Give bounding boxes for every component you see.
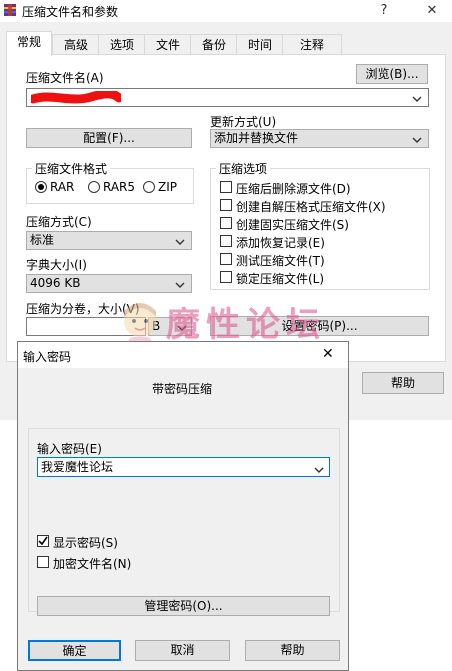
tab-options[interactable]: 选项 <box>98 34 146 55</box>
delete-after-label: 压缩后删除源文件(D) <box>236 182 351 196</box>
tab-label: 备份 <box>201 38 226 52</box>
test-archive-label: 测试压缩文件(T) <box>236 254 325 268</box>
format-rar-label: RAR <box>50 180 75 194</box>
recovery-record-label: 添加恢复记录(E) <box>236 236 325 250</box>
tab-label: 选项 <box>109 38 134 52</box>
password-dialog: 输入密码 ✕ 带密码压缩 输入密码(E) 我爱魔性论坛 显示密码(S) 加密文件… <box>17 341 349 671</box>
split-unit-value: B <box>152 319 161 333</box>
sfx-checkbox[interactable] <box>220 199 232 211</box>
help-icon[interactable]: ? <box>369 0 399 22</box>
dictionary-size-value: 4096 KB <box>30 276 81 290</box>
password-dialog-title: 输入密码 <box>23 350 72 364</box>
set-password-button[interactable]: 设置密码(P)... <box>210 316 429 336</box>
update-mode-label: 更新方式(U) <box>210 115 277 129</box>
format-rar-radio[interactable] <box>35 181 47 193</box>
dictionary-size-select[interactable]: 4096 KB <box>26 274 192 293</box>
update-mode-select[interactable]: 添加并替换文件 <box>210 129 429 148</box>
format-rar5-label: RAR5 <box>103 180 136 194</box>
password-value: 我爱魔性论坛 <box>41 460 114 474</box>
chevron-down-icon[interactable] <box>412 92 422 109</box>
tab-label: 时间 <box>247 38 272 52</box>
password-label: 输入密码(E) <box>37 442 102 456</box>
show-password-checkbox[interactable] <box>37 535 49 547</box>
dialog-help-button[interactable]: 帮助 <box>245 640 340 661</box>
redaction-scribble <box>31 91 121 104</box>
chevron-down-icon <box>177 321 187 338</box>
format-rar5-radio[interactable] <box>88 181 100 193</box>
winrar-app-icon <box>3 3 17 17</box>
archive-name-input[interactable] <box>26 88 429 107</box>
tab-label: 注释 <box>299 38 324 52</box>
password-input[interactable]: 我爱魔性论坛 <box>37 457 330 477</box>
cancel-button[interactable]: 取消 <box>135 640 230 661</box>
profiles-button[interactable]: 配置(F)... <box>26 128 192 148</box>
split-unit-select[interactable]: B <box>148 317 192 336</box>
window-title: 压缩文件名和参数 <box>22 5 119 19</box>
chevron-down-icon[interactable] <box>314 462 324 480</box>
tab-general[interactable]: 常规 <box>6 31 52 56</box>
format-zip-radio[interactable] <box>143 181 155 193</box>
password-dialog-title-bar: 输入密码 ✕ <box>18 342 348 368</box>
encrypt-filenames-label: 加密文件名(N) <box>53 557 132 571</box>
tab-label: 常规 <box>16 35 41 49</box>
format-zip-label: ZIP <box>158 180 177 194</box>
close-icon[interactable]: ✕ <box>322 346 334 362</box>
solid-archive-checkbox[interactable] <box>220 217 232 229</box>
title-bar: 压缩文件名和参数 ? ✕ <box>0 0 452 22</box>
ok-button[interactable]: 确定 <box>28 640 121 661</box>
archive-options-group-title: 压缩选项 <box>216 160 271 177</box>
test-archive-checkbox[interactable] <box>220 253 232 265</box>
tab-label: 文件 <box>155 38 180 52</box>
close-icon[interactable]: ✕ <box>417 0 447 22</box>
split-volumes-label: 压缩为分卷，大小(V) <box>26 302 140 316</box>
delete-after-checkbox[interactable] <box>220 181 232 193</box>
tab-label: 高级 <box>63 38 88 52</box>
main-help-button[interactable]: 帮助 <box>362 372 444 394</box>
archive-format-group-title: 压缩文件格式 <box>32 160 111 177</box>
solid-archive-label: 创建固实压缩文件(S) <box>236 218 349 232</box>
sfx-label: 创建自解压格式压缩文件(X) <box>236 200 386 214</box>
chevron-down-icon <box>412 133 422 150</box>
dictionary-size-label: 字典大小(I) <box>26 258 87 272</box>
split-size-input[interactable] <box>26 317 146 336</box>
browse-button[interactable]: 浏览(B)... <box>356 64 428 84</box>
lock-archive-checkbox[interactable] <box>220 271 232 283</box>
show-password-label: 显示密码(S) <box>53 536 118 550</box>
compression-method-label: 压缩方式(C) <box>26 215 92 229</box>
update-mode-value: 添加并替换文件 <box>214 131 299 145</box>
manage-passwords-button[interactable]: 管理密码(O)... <box>37 596 330 616</box>
chevron-down-icon <box>175 278 185 295</box>
password-dialog-heading: 带密码压缩 <box>152 382 213 396</box>
tab-advanced[interactable]: 高级 <box>52 34 100 55</box>
chevron-down-icon <box>175 235 185 252</box>
checkmark-icon <box>38 536 48 546</box>
tab-files[interactable]: 文件 <box>144 34 192 55</box>
archive-name-label: 压缩文件名(A) <box>26 71 104 85</box>
lock-archive-label: 锁定压缩文件(L) <box>236 272 325 286</box>
compression-method-select[interactable]: 标准 <box>26 231 192 250</box>
recovery-record-checkbox[interactable] <box>220 235 232 247</box>
tab-time[interactable]: 时间 <box>236 34 284 55</box>
tab-backup[interactable]: 备份 <box>190 34 238 55</box>
tab-comment[interactable]: 注释 <box>282 34 342 55</box>
compression-method-value: 标准 <box>30 233 55 247</box>
encrypt-filenames-checkbox[interactable] <box>37 556 49 568</box>
